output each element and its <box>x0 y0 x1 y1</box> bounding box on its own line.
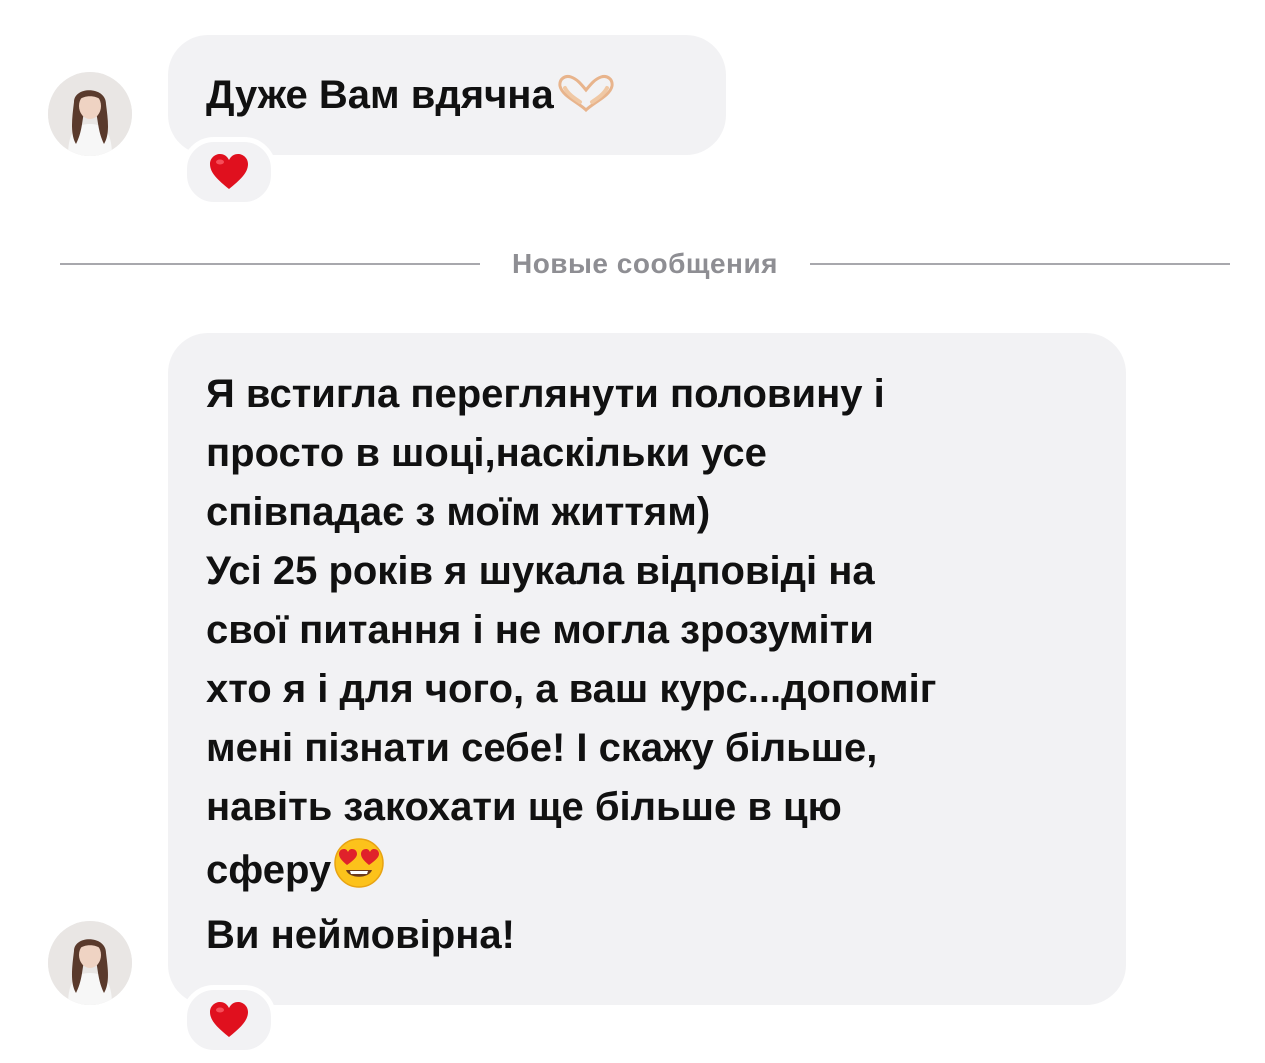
message-line: свої питання і не могла зрозуміти <box>206 608 874 652</box>
new-messages-divider: Новые сообщения <box>60 242 1231 286</box>
heart-eyes-icon <box>333 837 385 906</box>
message-line: навіть закохати ще більше в цю <box>206 785 842 829</box>
message-line: Я встигла переглянути половину і <box>206 372 885 416</box>
avatar-photo <box>48 921 132 1005</box>
avatar-photo <box>48 72 132 156</box>
message-bubble[interactable]: Я встигла переглянути половину і просто … <box>168 333 1126 1005</box>
divider-line-left <box>60 263 480 265</box>
message-line: Ви неймовірна! <box>206 913 515 957</box>
heart-hands-icon <box>556 74 616 125</box>
message-line: Усі 25 років я шукала відповіді на <box>206 549 875 593</box>
message-text: Дуже Вам вдячна <box>206 73 554 117</box>
message-line: хто я і для чого, а ваш курс...допоміг <box>206 667 937 711</box>
message-line: сферу <box>206 848 332 892</box>
red-heart-icon <box>210 1002 248 1037</box>
sender-avatar[interactable] <box>48 921 132 1005</box>
new-messages-label: Новые сообщения <box>511 248 779 279</box>
message-reaction[interactable] <box>182 985 276 1055</box>
divider-line-right <box>810 263 1231 265</box>
message-line: співпадає з моїм життям) <box>206 490 711 534</box>
message-reaction[interactable] <box>182 137 276 207</box>
message-line: мені пізнати себе! І скажу більше, <box>206 726 878 770</box>
red-heart-icon <box>210 154 248 189</box>
message-line: просто в шоці,наскільки усе <box>206 431 767 475</box>
message-line-with-emoji: сферу <box>206 837 1096 906</box>
sender-avatar[interactable] <box>48 72 132 156</box>
